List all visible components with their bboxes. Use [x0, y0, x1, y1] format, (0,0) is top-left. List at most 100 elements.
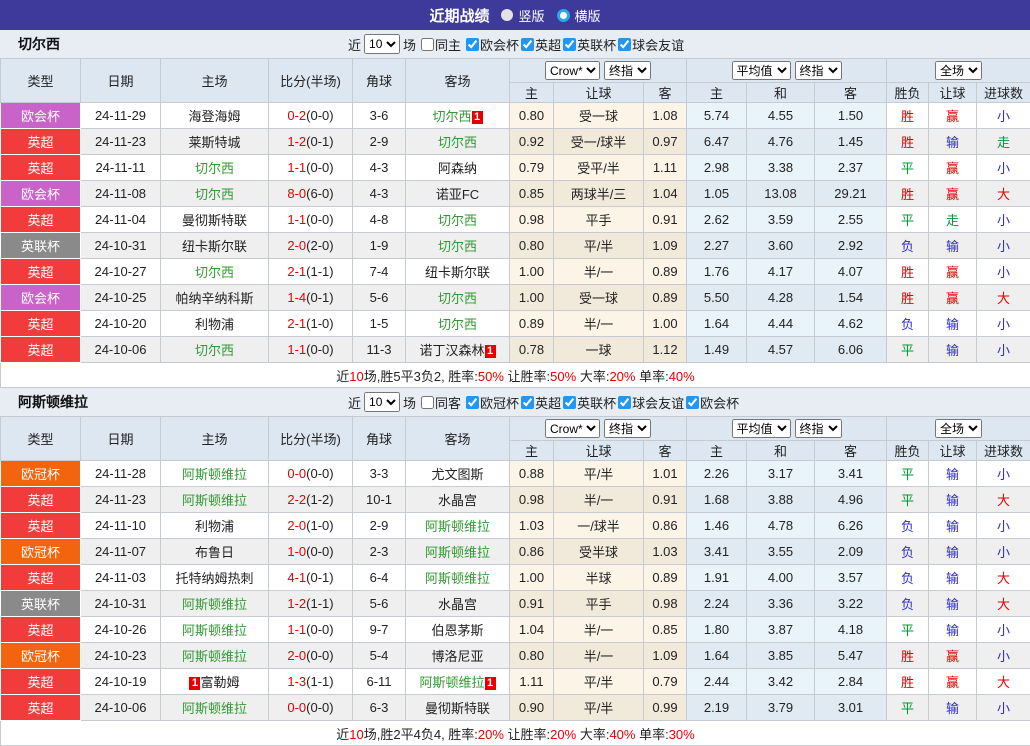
home-team-cell: 利物浦	[161, 311, 269, 337]
league-checkbox[interactable]	[521, 38, 534, 51]
summary-stat-value: 20%	[478, 727, 504, 742]
home-team-name: 纽卡斯尔联	[182, 239, 247, 254]
avg-draw-cell: 3.59	[747, 207, 815, 233]
radio-horizontal-label[interactable]: 横版	[575, 6, 601, 25]
league-checkbox[interactable]	[686, 396, 699, 409]
result-cell: 胜	[887, 259, 929, 285]
league-checkbox[interactable]	[521, 396, 534, 409]
recent-count-select[interactable]: 10	[364, 392, 400, 412]
corners-cell: 6-4	[353, 565, 406, 591]
radio-selected-icon[interactable]	[557, 9, 570, 22]
home-team-cell: 阿斯顿维拉	[161, 617, 269, 643]
scope-group-header: 全场	[887, 417, 1030, 441]
layout-radio-vertical[interactable]: 竖版	[501, 6, 544, 25]
avg-draw-cell: 3.85	[747, 643, 815, 669]
avg-home-cell: 1.64	[687, 643, 747, 669]
avg-home-cell: 3.41	[687, 539, 747, 565]
near-label: 近	[348, 393, 361, 412]
final-odds-select-2[interactable]: 终指	[795, 419, 842, 438]
league-checkbox[interactable]	[563, 396, 576, 409]
handicap-result-cell: 输	[929, 129, 977, 155]
league-badge: 英超	[1, 513, 81, 539]
col-header-away: 客场	[406, 59, 510, 103]
bookmaker-select[interactable]: Crow*	[545, 61, 600, 80]
match-row: 英超24-11-04曼彻斯特联1-1(0-0)4-8切尔西0.98平手0.912…	[1, 207, 1030, 233]
radio-unselected-icon[interactable]	[501, 9, 513, 21]
league-checkbox[interactable]	[466, 38, 479, 51]
final-odds-select[interactable]: 终指	[604, 61, 651, 80]
away-team-cell: 切尔西1	[406, 103, 510, 129]
handicap-cell: 受一/球半	[554, 129, 644, 155]
league-filter[interactable]: 英超	[519, 393, 561, 412]
league-filter-label: 欧会杯	[480, 35, 519, 54]
fulltime-score: 8-0	[287, 186, 306, 201]
same-venue-checkbox[interactable]	[421, 38, 434, 51]
score-cell: 1-1(0-0)	[269, 337, 353, 363]
handicap-cell: 平手	[554, 207, 644, 233]
summary-text-part: 大率:	[576, 369, 609, 384]
same-venue-filter[interactable]: 同客	[419, 393, 461, 412]
same-venue-filter[interactable]: 同主	[419, 35, 461, 54]
home-team-cell: 切尔西	[161, 155, 269, 181]
odds-home-cell: 0.78	[510, 337, 554, 363]
fulltime-select[interactable]: 全场	[935, 419, 982, 438]
odds-away-cell: 0.85	[644, 617, 687, 643]
match-row: 英联杯24-10-31阿斯顿维拉1-2(1-1)5-6水晶宫0.91平手0.98…	[1, 591, 1030, 617]
average-select[interactable]: 平均值	[732, 61, 791, 80]
match-row: 欧冠杯24-11-07布鲁日1-0(0-0)2-3阿斯顿维拉0.86受半球1.0…	[1, 539, 1030, 565]
league-checkbox[interactable]	[618, 38, 631, 51]
sub-header-odds-home: 主	[510, 441, 554, 461]
bookmaker-select[interactable]: Crow*	[545, 419, 600, 438]
league-filter[interactable]: 英联杯	[561, 393, 616, 412]
final-odds-select-2[interactable]: 终指	[795, 61, 842, 80]
odds-away-cell: 1.03	[644, 539, 687, 565]
summary-stat-value: 10	[349, 727, 363, 742]
league-badge: 欧冠杯	[1, 461, 81, 487]
summary-stat-value: 30%	[669, 727, 695, 742]
league-filter[interactable]: 欧冠杯	[464, 393, 519, 412]
away-team-name: 博洛尼亚	[431, 649, 483, 664]
team-title: 切尔西	[18, 34, 60, 54]
handicap-cell: 一球	[554, 337, 644, 363]
sub-header-odds-home: 主	[510, 83, 554, 103]
goals-result-cell: 大	[977, 285, 1030, 311]
avg-draw-cell: 4.17	[747, 259, 815, 285]
summary-text-part: 场,胜5平3负2, 胜率:	[364, 369, 478, 384]
league-filter[interactable]: 球会友谊	[616, 393, 684, 412]
fulltime-select[interactable]: 全场	[935, 61, 982, 80]
final-odds-select[interactable]: 终指	[604, 419, 651, 438]
league-checkbox[interactable]	[466, 396, 479, 409]
average-select[interactable]: 平均值	[732, 419, 791, 438]
avg-draw-cell: 4.00	[747, 565, 815, 591]
goals-result-cell: 小	[977, 617, 1030, 643]
halftime-score: (0-0)	[306, 622, 333, 637]
league-filter[interactable]: 英联杯	[561, 35, 616, 54]
league-filter[interactable]: 球会友谊	[616, 35, 684, 54]
same-venue-checkbox[interactable]	[421, 396, 434, 409]
home-team-cell: 切尔西	[161, 259, 269, 285]
corners-cell: 1-5	[353, 311, 406, 337]
away-team-name: 切尔西	[438, 213, 477, 228]
result-cell: 平	[887, 617, 929, 643]
avg-away-cell: 4.18	[815, 617, 887, 643]
league-filter[interactable]: 欧会杯	[684, 393, 739, 412]
average-group-header: 平均值终指	[687, 417, 887, 441]
same-venue-label: 同客	[435, 393, 461, 412]
league-filter[interactable]: 欧会杯	[464, 35, 519, 54]
league-checkbox[interactable]	[618, 396, 631, 409]
goals-result-cell: 大	[977, 181, 1030, 207]
home-team-cell: 1富勒姆	[161, 669, 269, 695]
layout-radio-horizontal[interactable]: 横版	[557, 6, 601, 25]
radio-vertical-label[interactable]: 竖版	[518, 6, 544, 25]
league-filter[interactable]: 英超	[519, 35, 561, 54]
away-team-cell: 阿斯顿维拉	[406, 539, 510, 565]
date-cell: 24-10-26	[81, 617, 161, 643]
fulltime-score: 1-4	[287, 290, 306, 305]
league-checkbox[interactable]	[563, 38, 576, 51]
recent-count-select[interactable]: 10	[364, 34, 400, 54]
date-cell: 24-10-31	[81, 591, 161, 617]
score-cell: 2-0(0-0)	[269, 643, 353, 669]
odds-home-cell: 0.92	[510, 129, 554, 155]
match-row: 欧会杯24-11-29海登海姆0-2(0-0)3-6切尔西10.80受一球1.0…	[1, 103, 1030, 129]
league-badge: 欧冠杯	[1, 643, 81, 669]
